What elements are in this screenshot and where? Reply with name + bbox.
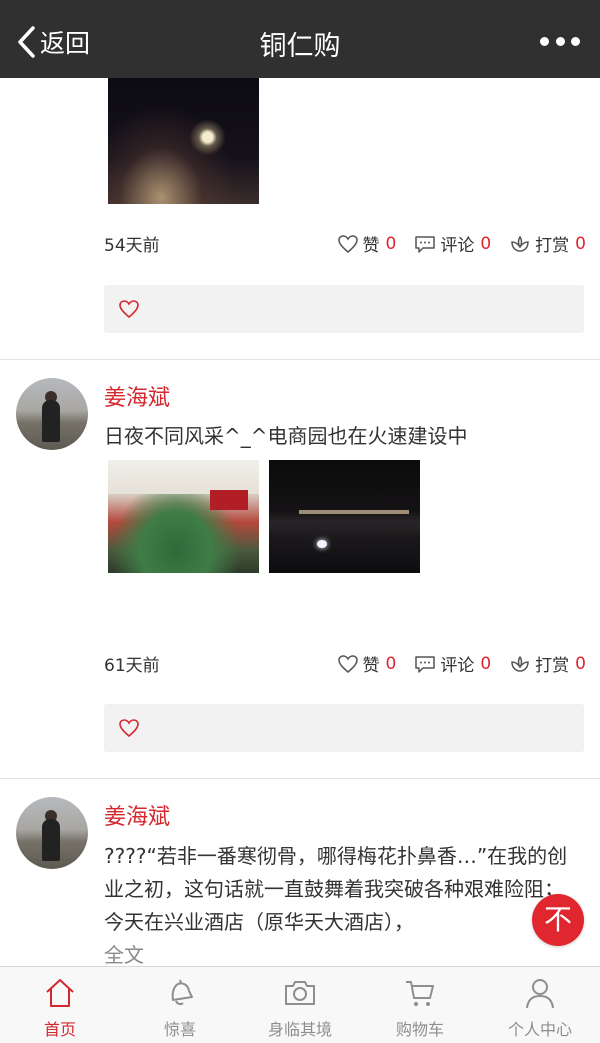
more-dot-icon (555, 36, 565, 46)
like-count: 0 (385, 233, 397, 254)
comment-action[interactable]: 评论 0 (414, 231, 491, 256)
tab-immersive[interactable]: 身临其境 (240, 967, 360, 1043)
post-photo-night-moon[interactable] (108, 78, 259, 204)
post-text: 日夜不同风采^_^电商园也在火速建设中 (104, 424, 468, 448)
post-actions: 赞 0 评论 0 打赏 0 (319, 231, 586, 256)
tab-label: 购物车 (395, 1020, 444, 1039)
comment-bubble-icon (415, 235, 436, 253)
likes-bar (104, 285, 584, 333)
post-author[interactable]: 姜海斌 (104, 799, 170, 831)
post-divider (0, 778, 600, 779)
home-icon (46, 979, 74, 1007)
post-actions: 赞 0 评论 0 打赏 0 (319, 651, 586, 676)
heart-outline-icon (337, 234, 358, 253)
comment-action[interactable]: 评论 0 (414, 651, 491, 676)
tab-profile[interactable]: 个人中心 (480, 967, 600, 1043)
like-label: 赞 (362, 656, 380, 676)
top-navbar: 返回 铜仁购 (0, 0, 600, 78)
more-dot-icon (571, 36, 580, 46)
post-time: 61天前 (104, 656, 160, 676)
like-action[interactable]: 赞 0 (337, 231, 397, 256)
more-menu-button[interactable] (540, 34, 580, 48)
post-divider (0, 359, 600, 360)
comment-bubble-icon (415, 655, 436, 673)
heart-outline-icon (337, 654, 358, 673)
tab-label: 首页 (43, 1020, 76, 1039)
tab-cart[interactable]: 购物车 (360, 967, 480, 1043)
post-photo-night-building[interactable] (269, 460, 420, 573)
moments-feed: 54天前 赞 0 评论 0 打赏 0 姜海斌 日夜不同风采^_^电商园也在火速建… (0, 78, 600, 966)
scroll-top-icon: 不 (543, 903, 572, 936)
heart-outline-icon[interactable] (118, 718, 140, 738)
bell-icon (171, 979, 193, 1006)
more-dot-icon (540, 36, 549, 46)
like-label: 赞 (362, 236, 380, 256)
comment-label: 评论 (440, 656, 475, 676)
lotus-reward-icon (511, 655, 529, 672)
comment-count: 0 (480, 233, 492, 254)
tab-label: 身临其境 (267, 1020, 332, 1039)
tab-surprise[interactable]: 惊喜 (120, 967, 240, 1043)
reward-count: 0 (575, 653, 586, 674)
reward-count: 0 (575, 233, 586, 254)
comment-label: 评论 (440, 236, 475, 256)
tab-label: 惊喜 (163, 1020, 196, 1039)
tab-home[interactable]: 首页 (0, 967, 120, 1043)
user-icon (526, 979, 554, 1009)
read-more-link[interactable]: 全文 (104, 939, 582, 966)
page-title: 铜仁购 (259, 31, 341, 62)
avatar[interactable] (16, 797, 88, 869)
reward-label: 打赏 (535, 656, 570, 676)
post-time: 54天前 (104, 236, 160, 256)
heart-outline-icon[interactable] (118, 299, 140, 319)
post-text-body: ????“若非一番寒彻骨，哪得梅花扑鼻香…”在我的创业之初，这句话就一直鼓舞着我… (104, 844, 568, 934)
reward-action[interactable]: 打赏 0 (509, 651, 586, 676)
reward-label: 打赏 (535, 236, 570, 256)
lotus-reward-icon (511, 235, 529, 252)
reward-action[interactable]: 打赏 0 (509, 231, 586, 256)
cart-icon (406, 981, 434, 1006)
like-count: 0 (385, 653, 397, 674)
like-action[interactable]: 赞 0 (337, 651, 397, 676)
likes-bar (104, 704, 584, 752)
tab-label: 个人中心 (507, 1020, 572, 1039)
camera-icon (285, 981, 315, 1005)
post-text: ????“若非一番寒彻骨，哪得梅花扑鼻香…”在我的创业之初，这句话就一直鼓舞着我… (104, 840, 582, 966)
bottom-tab-bar: 首页 惊喜 身临其境 购物车 个人中心 (0, 966, 600, 1043)
post-photo-showroom[interactable] (108, 460, 259, 573)
scroll-top-button[interactable]: 不 (532, 894, 584, 946)
avatar[interactable] (16, 378, 88, 450)
comment-count: 0 (480, 653, 492, 674)
post-author[interactable]: 姜海斌 (104, 380, 170, 412)
